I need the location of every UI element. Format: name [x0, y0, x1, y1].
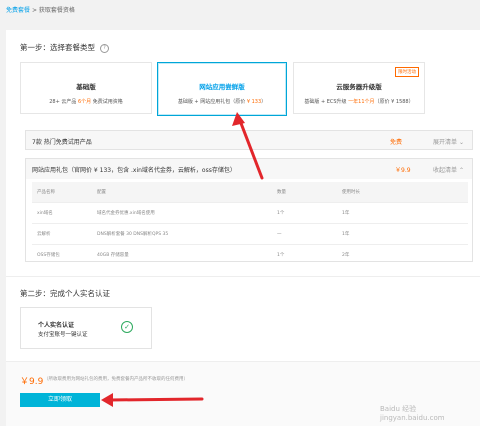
- arrow-to-button: [101, 393, 204, 407]
- watermark: Baidu 经验 jingyan.baidu.com: [380, 405, 445, 422]
- annotation-arrows: [101, 112, 264, 407]
- arrow-to-card: [232, 112, 264, 180]
